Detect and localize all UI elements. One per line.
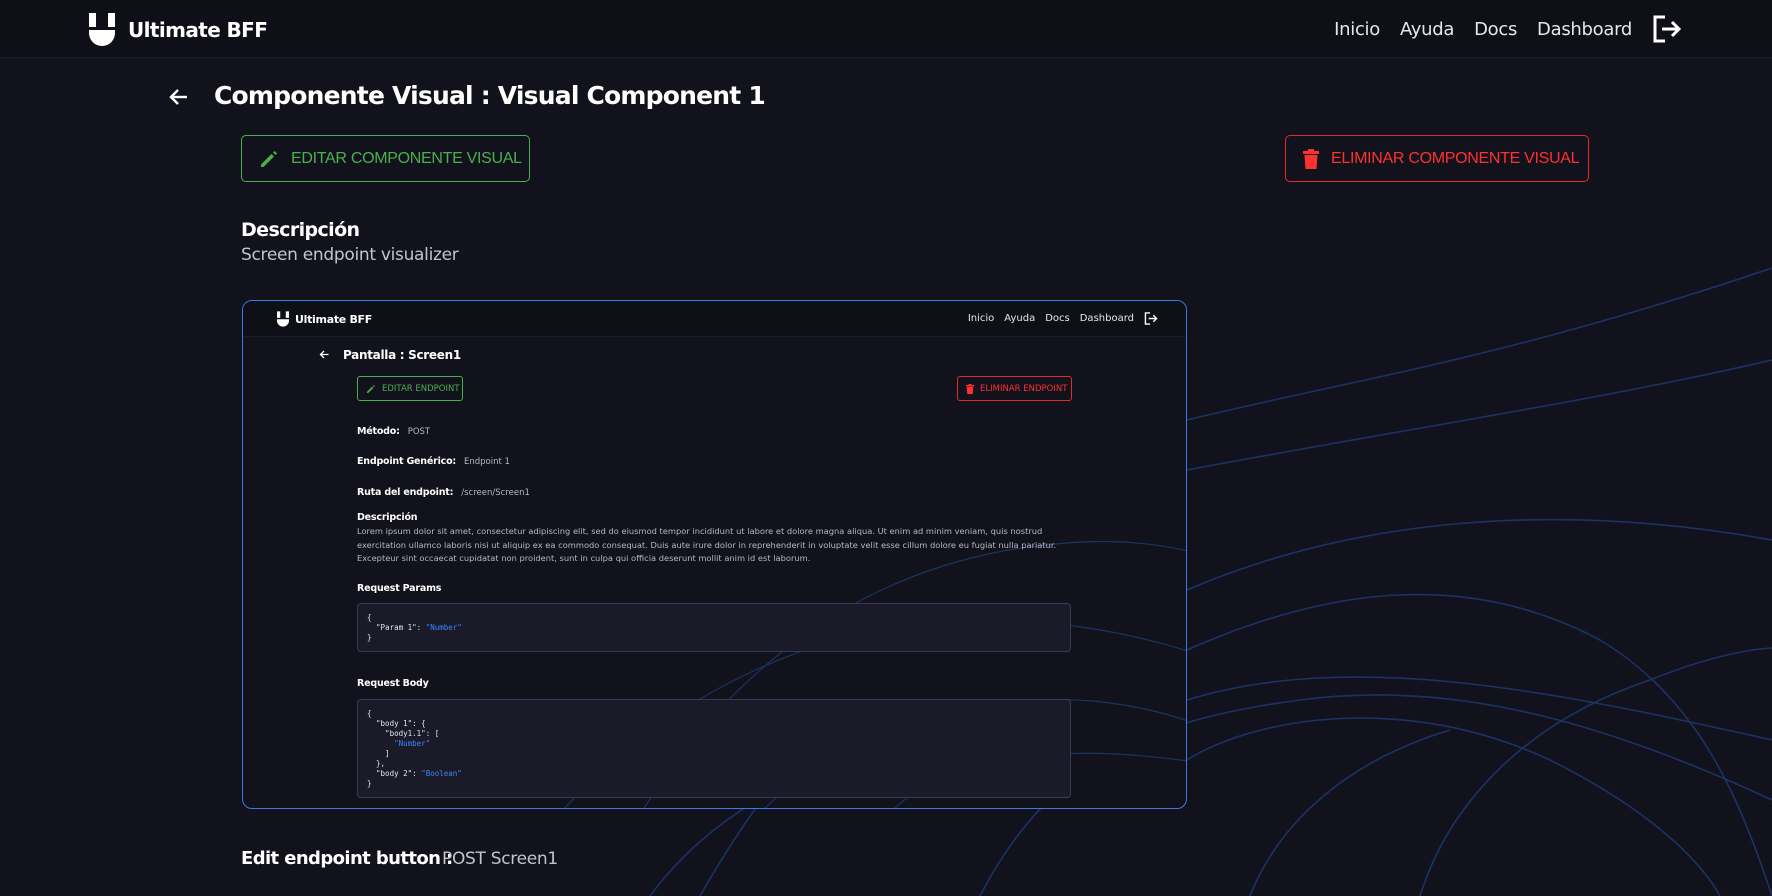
preview-generic-value: Endpoint 1 <box>464 457 510 467</box>
preview-body-code: { "body 1": { "body1.1": [ "Number" ] },… <box>357 699 1071 798</box>
preview-description-heading: Descripción <box>357 512 418 523</box>
pencil-icon <box>261 150 277 167</box>
preview-nav-docs: Docs <box>1045 313 1070 324</box>
description-text: Screen endpoint visualizer <box>241 245 459 265</box>
preview-nav-inicio: Inicio <box>967 313 995 324</box>
edit-endpoint-label: Edit endpoint button : <box>241 848 453 869</box>
preview-generic-label: Endpoint Genérico: <box>357 456 456 467</box>
code-line: "body 2": <box>367 769 422 778</box>
preview-params-heading: Request Params <box>357 583 442 594</box>
code-line: }, <box>367 759 386 768</box>
trash-icon <box>966 383 974 394</box>
edit-visual-component-button[interactable]: EDITAR COMPONENTE VISUAL <box>241 135 530 182</box>
code-line: } <box>367 633 372 642</box>
edit-button-label: EDITAR COMPONENTE VISUAL <box>291 149 522 167</box>
preview-app-name: Ultimate BFF <box>295 312 372 326</box>
code-string: "Number" <box>425 623 462 632</box>
preview-nav-dashboard: Dashboard <box>1079 313 1134 324</box>
code-line: "Param 1": <box>367 623 426 632</box>
logo-u-icon <box>277 311 289 327</box>
preview-title: Pantalla : Screen1 <box>343 348 461 362</box>
preview-method: Método: POST <box>357 426 430 437</box>
back-arrow-icon <box>319 350 329 359</box>
preview-route-value: /screen/Screen1 <box>461 488 530 498</box>
preview-route: Ruta del endpoint: /screen/Screen1 <box>357 487 530 498</box>
code-string: "Boolean" <box>421 769 462 778</box>
preview-navbar: Ultimate BFF Inicio Ayuda Docs Dashboard <box>243 301 1186 337</box>
app-name: Ultimate BFF <box>128 17 268 42</box>
top-navbar: Ultimate BFF Inicio Ayuda Docs Dashboard <box>0 0 1772 58</box>
back-arrow-icon[interactable] <box>168 86 190 108</box>
preview-logo: Ultimate BFF <box>277 311 372 327</box>
main-nav: Inicio Ayuda Docs Dashboard <box>1314 15 1682 43</box>
logout-icon <box>1144 312 1158 325</box>
preview-delete-label: ELIMINAR ENDPOINT <box>980 383 1068 394</box>
delete-visual-component-button[interactable]: ELIMINAR COMPONENTE VISUAL <box>1285 135 1589 182</box>
preview-nav: Inicio Ayuda Docs Dashboard <box>958 312 1158 325</box>
preview-body-heading: Request Body <box>357 678 429 689</box>
nav-inicio[interactable]: Inicio <box>1334 19 1380 40</box>
preview-edit-endpoint-button: EDITAR ENDPOINT <box>357 376 463 401</box>
logout-icon[interactable] <box>1652 15 1682 43</box>
app-logo[interactable]: Ultimate BFF <box>89 13 268 46</box>
code-line: "body 1": { <box>367 719 426 728</box>
preview-generic-endpoint: Endpoint Genérico: Endpoint 1 <box>357 456 510 467</box>
preview-description-text: Lorem ipsum dolor sit amet, consectetur … <box>357 526 1057 563</box>
logo-u-icon <box>89 13 115 46</box>
preview-method-value: POST <box>407 427 431 437</box>
description-heading: Descripción <box>241 219 360 241</box>
preview-params-code: { "Param 1": "Number" } <box>357 603 1071 652</box>
edit-endpoint-value: POST Screen1 <box>442 849 558 869</box>
preview-method-label: Método: <box>357 426 400 437</box>
nav-dashboard[interactable]: Dashboard <box>1537 19 1632 40</box>
nav-ayuda[interactable]: Ayuda <box>1400 19 1454 40</box>
visual-component-preview: Ultimate BFF Inicio Ayuda Docs Dashboard… <box>242 300 1187 809</box>
code-line: "body1.1": [ <box>367 729 440 738</box>
preview-delete-endpoint-button: ELIMINAR ENDPOINT <box>957 376 1072 401</box>
page-title: Componente Visual : Visual Component 1 <box>214 81 766 110</box>
code-line: { <box>367 613 372 622</box>
trash-icon <box>1303 148 1319 169</box>
code-string: "Number" <box>394 739 431 748</box>
delete-button-label: ELIMINAR COMPONENTE VISUAL <box>1331 149 1580 167</box>
pencil-icon <box>367 384 375 393</box>
preview-edit-label: EDITAR ENDPOINT <box>382 383 460 394</box>
preview-route-label: Ruta del endpoint: <box>357 487 454 498</box>
code-line: } <box>367 779 372 788</box>
nav-docs[interactable]: Docs <box>1474 19 1517 40</box>
preview-nav-ayuda: Ayuda <box>1004 313 1036 324</box>
code-line: { <box>367 709 372 718</box>
code-line: ] <box>367 749 390 758</box>
